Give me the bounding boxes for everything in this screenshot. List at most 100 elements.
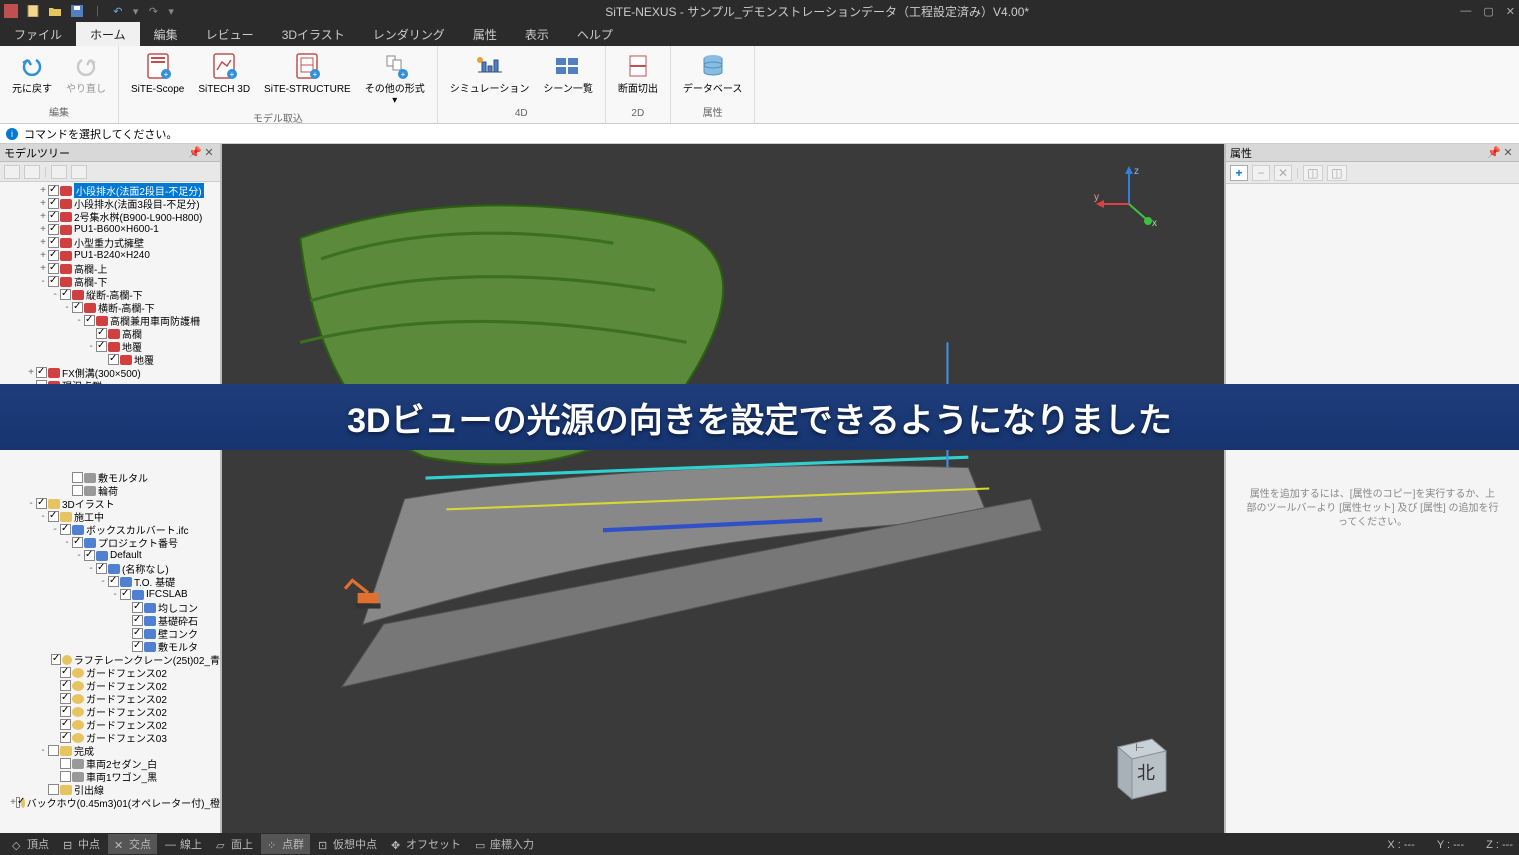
tree-checkbox[interactable] — [60, 524, 71, 535]
tree-checkbox[interactable] — [60, 771, 71, 782]
menu-review[interactable]: レビュー — [192, 22, 268, 47]
tree-item[interactable]: +小型重力式擁壁 — [0, 236, 220, 249]
simulation-button[interactable]: シミュレーション — [444, 48, 536, 97]
snap-online[interactable]: —線上 — [159, 834, 208, 854]
menu-help[interactable]: ヘルプ — [563, 22, 627, 47]
prop-remove-button[interactable]: − — [1252, 165, 1270, 181]
tree-checkbox[interactable] — [48, 745, 59, 756]
tree-item[interactable]: ガードフェンス03 — [0, 731, 220, 744]
tree-item[interactable]: 車両1ワゴン_黒 — [0, 770, 220, 783]
snap-midpoint[interactable]: ⊟中点 — [57, 834, 106, 854]
tree-checkbox[interactable] — [120, 589, 131, 600]
tree-checkbox[interactable] — [48, 784, 59, 795]
tree-checkbox[interactable] — [48, 198, 59, 209]
tree-checkbox[interactable] — [132, 641, 143, 652]
tree-item[interactable]: +バックホウ(0.45m3)01(オペレーター付)_橙 — [0, 796, 220, 809]
snap-coord[interactable]: ▭座標入力 — [469, 834, 540, 854]
new-icon[interactable] — [26, 4, 40, 18]
3d-viewport[interactable]: z y x 北 ⊢ 3Dビューの光源の向きを設定できるようになりました — [222, 144, 1224, 833]
tree-checkbox[interactable] — [48, 224, 59, 235]
tree-checkbox[interactable] — [48, 237, 59, 248]
menu-property[interactable]: 属性 — [459, 22, 511, 47]
menu-3dillust[interactable]: 3Dイラスト — [268, 22, 359, 47]
section-button[interactable]: 断面切出 — [612, 48, 664, 97]
tree-item[interactable]: +高欄-上 — [0, 262, 220, 275]
tree-checkbox[interactable] — [60, 758, 71, 769]
tree-checkbox[interactable] — [108, 354, 119, 365]
tree-checkbox[interactable] — [60, 719, 71, 730]
tree-checkbox[interactable] — [36, 498, 47, 509]
menu-edit[interactable]: 編集 — [140, 22, 192, 47]
tree-checkbox[interactable] — [84, 550, 95, 561]
tree-checkbox[interactable] — [96, 328, 107, 339]
menu-file[interactable]: ファイル — [0, 22, 76, 47]
database-button[interactable]: データベース — [677, 48, 749, 97]
tree-checkbox[interactable] — [48, 263, 59, 274]
props-close-icon[interactable]: ✕ — [1501, 146, 1515, 160]
tree-checkbox[interactable] — [60, 680, 71, 691]
otherformat-button[interactable]: + その他の形式▾ — [359, 48, 431, 108]
tree-checkbox[interactable] — [60, 667, 71, 678]
tree-item[interactable]: -(名称なし) — [0, 562, 220, 575]
sitech3d-button[interactable]: + SiTECH 3D — [192, 48, 256, 97]
maximize-button[interactable]: ▢ — [1483, 5, 1493, 18]
tree-item[interactable]: +2号集水桝(B900-L900-H800) — [0, 210, 220, 223]
tree-tool-4[interactable] — [71, 165, 87, 179]
tree-checkbox[interactable] — [48, 185, 59, 196]
scenelist-button[interactable]: シーン一覧 — [537, 48, 599, 97]
tree-checkbox[interactable] — [48, 250, 59, 261]
tree-checkbox[interactable] — [72, 302, 83, 313]
tree-checkbox[interactable] — [72, 537, 83, 548]
tree-item[interactable]: -Default — [0, 549, 220, 562]
tree-checkbox[interactable] — [36, 367, 47, 378]
sitestructure-button[interactable]: + SiTE-STRUCTURE — [258, 48, 357, 97]
tree-checkbox[interactable] — [96, 563, 107, 574]
tree-checkbox[interactable] — [60, 693, 71, 704]
tree-checkbox[interactable] — [48, 211, 59, 222]
undo-button[interactable]: 元に戻す — [6, 48, 58, 97]
tree-checkbox[interactable] — [84, 315, 95, 326]
tree-checkbox[interactable] — [72, 472, 83, 483]
axis-gizmo[interactable]: z y x — [1094, 164, 1164, 234]
tree-checkbox[interactable] — [48, 276, 59, 287]
snap-vmid[interactable]: ⊡仮想中点 — [312, 834, 383, 854]
undo-icon[interactable]: ↶ — [111, 4, 125, 18]
prop-tool-3[interactable]: ✕ — [1274, 165, 1292, 181]
menu-view[interactable]: 表示 — [511, 22, 563, 47]
tree-item[interactable]: -3Dイラスト — [0, 497, 220, 510]
tree-item[interactable]: -プロジェクト番号 — [0, 536, 220, 549]
tree-checkbox[interactable] — [60, 732, 71, 743]
save-icon[interactable] — [70, 4, 84, 18]
tree-item[interactable]: -地覆 — [0, 340, 220, 353]
tree-item[interactable]: 高欄 — [0, 327, 220, 340]
open-icon[interactable] — [48, 4, 62, 18]
tree-checkbox[interactable] — [96, 341, 107, 352]
snap-onface[interactable]: ▱面上 — [210, 834, 259, 854]
snap-vertex[interactable]: ◇頂点 — [6, 834, 55, 854]
snap-points[interactable]: ⁘点群 — [261, 834, 310, 854]
sitescope-button[interactable]: + SiTE-Scope — [125, 48, 190, 97]
tree-close-icon[interactable]: ✕ — [202, 146, 216, 160]
tree-checkbox[interactable] — [132, 628, 143, 639]
snap-offset[interactable]: ✥オフセット — [385, 834, 467, 854]
tree-item[interactable]: +PU1-B240×H240 — [0, 249, 220, 262]
prop-tool-5[interactable]: ◫ — [1327, 165, 1347, 181]
tree-checkbox[interactable] — [60, 289, 71, 300]
tree-checkbox[interactable] — [51, 654, 61, 665]
tree-checkbox[interactable] — [48, 511, 59, 522]
menu-home[interactable]: ホーム — [76, 22, 140, 47]
props-pin-icon[interactable]: 📌 — [1487, 146, 1501, 160]
tree-checkbox[interactable] — [108, 576, 119, 587]
tree-pin-icon[interactable]: 📌 — [188, 146, 202, 160]
tree-tool-2[interactable] — [24, 165, 40, 179]
tree-item[interactable]: 地覆 — [0, 353, 220, 366]
redo-icon[interactable]: ↷ — [146, 4, 160, 18]
prop-tool-4[interactable]: ◫ — [1303, 165, 1323, 181]
tree-checkbox[interactable] — [16, 797, 20, 808]
menu-rendering[interactable]: レンダリング — [359, 22, 459, 47]
close-button[interactable]: ✕ — [1506, 5, 1515, 18]
view-cube[interactable]: 北 ⊢ — [1108, 729, 1172, 809]
tree-checkbox[interactable] — [132, 615, 143, 626]
tree-checkbox[interactable] — [132, 602, 143, 613]
tree-item[interactable]: -高欄兼用車両防護柵 — [0, 314, 220, 327]
